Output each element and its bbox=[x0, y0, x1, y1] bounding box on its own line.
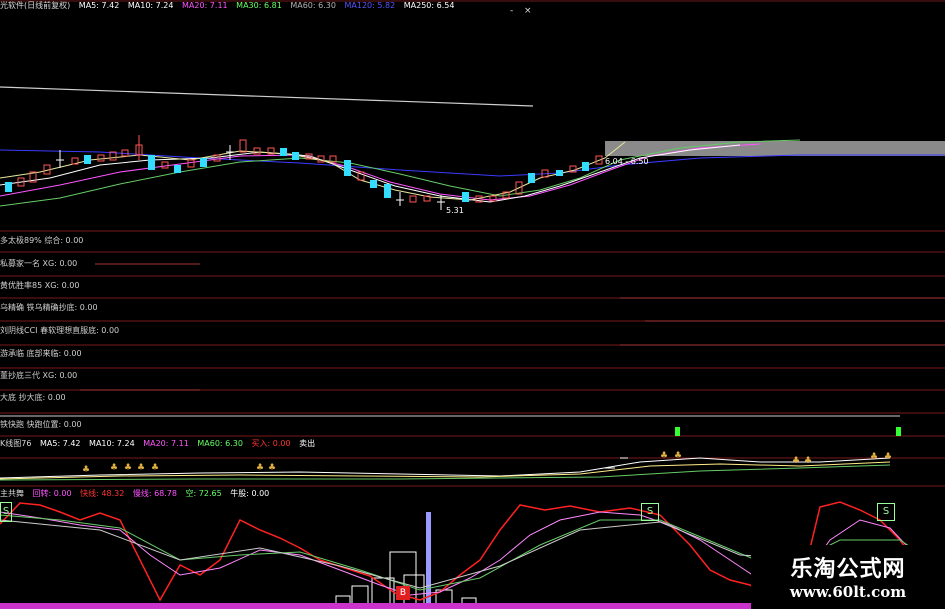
svg-text:♣: ♣ bbox=[660, 451, 668, 461]
svg-text:♣: ♣ bbox=[804, 456, 812, 466]
main-legend: 光软件(日线前复权) MA5: 7.42 MA10: 7.24 MA20: 7.… bbox=[0, 1, 460, 11]
legend-ma10: MA10: 7.24 bbox=[127, 1, 174, 10]
chart-title: 光软件(日线前复权) bbox=[0, 1, 71, 10]
kdj-legend-item: 回转: 0.00 bbox=[32, 489, 72, 498]
kdj-legend: 主共舞 回转: 0.00 快线: 48.32 慢线: 68.78 空: 72.6… bbox=[0, 489, 275, 499]
sell-marker: S bbox=[0, 502, 12, 522]
indicator-label: 私募家一名 XG: 0.00 bbox=[0, 259, 78, 268]
sub-ma10-line bbox=[0, 461, 891, 480]
kdj-legend-prefix: 主共舞 bbox=[0, 489, 24, 498]
price-range-band bbox=[605, 141, 945, 156]
ma-legend-prefix: K线图76 bbox=[0, 439, 32, 448]
candlesticks bbox=[5, 135, 603, 210]
sell-marker: S bbox=[877, 503, 895, 521]
svg-text:♣: ♣ bbox=[110, 463, 118, 473]
low-price-label: 5.31 bbox=[446, 206, 464, 215]
svg-text:♣: ♣ bbox=[124, 463, 132, 473]
ma-legend-item: MA10: 7.24 bbox=[89, 439, 135, 448]
minimize-button[interactable]: - bbox=[510, 6, 513, 16]
ma-legend-item: MA20: 7.11 bbox=[143, 439, 189, 448]
indicator-label: 游承临 底部来临: 0.00 bbox=[0, 349, 82, 358]
indicator-label: 刘阴线CCI 春软理想直服底: 0.00 bbox=[0, 326, 120, 335]
ma-legend-item: MA60: 6.30 bbox=[197, 439, 243, 448]
svg-text:♣: ♣ bbox=[151, 463, 159, 473]
ma-legend-item: 卖出 bbox=[299, 439, 316, 448]
ma-legend-item: 买入: 0.00 bbox=[251, 439, 291, 448]
legend-ma20: MA20: 7.11 bbox=[182, 1, 228, 10]
ma-legend: K线图76 MA5: 7.42 MA10: 7.24 MA20: 7.11 MA… bbox=[0, 439, 321, 449]
svg-text:♣: ♣ bbox=[884, 452, 892, 462]
sub-ma60-line bbox=[0, 464, 891, 481]
run-marker bbox=[896, 427, 901, 436]
watermark-url: www.60lt.com bbox=[789, 583, 907, 601]
legend-ma120: MA120: 5.82 bbox=[344, 1, 396, 10]
svg-text:♣: ♣ bbox=[256, 463, 264, 473]
indicator-label: 董抄底三代 XG: 0.00 bbox=[0, 371, 78, 380]
svg-text:♣: ♣ bbox=[792, 456, 800, 466]
legend-ma250: MA250: 6.54 bbox=[403, 1, 455, 10]
svg-text:♣: ♣ bbox=[268, 463, 276, 473]
indicator-label: 多太极89% 综合: 0.00 bbox=[0, 236, 84, 245]
sub-ma5-line bbox=[0, 457, 891, 479]
kdj-legend-item: 快线: 48.32 bbox=[80, 489, 125, 498]
legend-ma60: MA60: 6.30 bbox=[290, 1, 336, 10]
chart-canvas[interactable]: ♣ ♣ ♣ ♣ ♣ ♣ ♣ ♣ ♣ ♣ ♣ ♣ ♣ bbox=[0, 0, 945, 609]
indicator-label: 黄优胜率85 XG: 0.00 bbox=[0, 281, 80, 290]
kdj-legend-item: 空: 72.65 bbox=[185, 489, 222, 498]
indicator-label: 大底 抄大底: 0.00 bbox=[0, 393, 66, 402]
ma-legend-item: MA5: 7.42 bbox=[39, 439, 81, 448]
indicator-separators bbox=[0, 251, 945, 487]
svg-text:♣: ♣ bbox=[137, 463, 145, 473]
legend-ma30: MA30: 6.81 bbox=[236, 1, 282, 10]
svg-text:♣: ♣ bbox=[82, 465, 90, 475]
svg-text:♣: ♣ bbox=[870, 452, 878, 462]
svg-text:♣: ♣ bbox=[674, 451, 682, 461]
legend-ma5: MA5: 7.42 bbox=[78, 1, 120, 10]
close-button[interactable]: × bbox=[524, 6, 532, 16]
run-marker bbox=[675, 427, 680, 436]
indicator-label: 乌精确 铁乌精确抄底: 0.00 bbox=[0, 303, 98, 312]
kdj-legend-item: 慢线: 68.78 bbox=[132, 489, 177, 498]
kdj-legend-item: 牛股: 0.00 bbox=[230, 489, 270, 498]
buy-marker: B bbox=[396, 586, 410, 600]
watermark: 乐淘公式网 www.60lt.com bbox=[751, 545, 945, 609]
indicator-label: 铁快跑 快跑位置: 0.00 bbox=[0, 420, 82, 429]
sell-marker: S bbox=[641, 503, 659, 521]
trend-line bbox=[0, 86, 534, 107]
buy-signal-icons: ♣ ♣ ♣ ♣ ♣ ♣ ♣ ♣ ♣ ♣ ♣ ♣ ♣ bbox=[82, 451, 892, 475]
indicator-segments bbox=[80, 263, 945, 391]
watermark-title: 乐淘公式网 bbox=[790, 556, 906, 582]
range-label: 6.04 - 6.50 bbox=[605, 157, 649, 166]
